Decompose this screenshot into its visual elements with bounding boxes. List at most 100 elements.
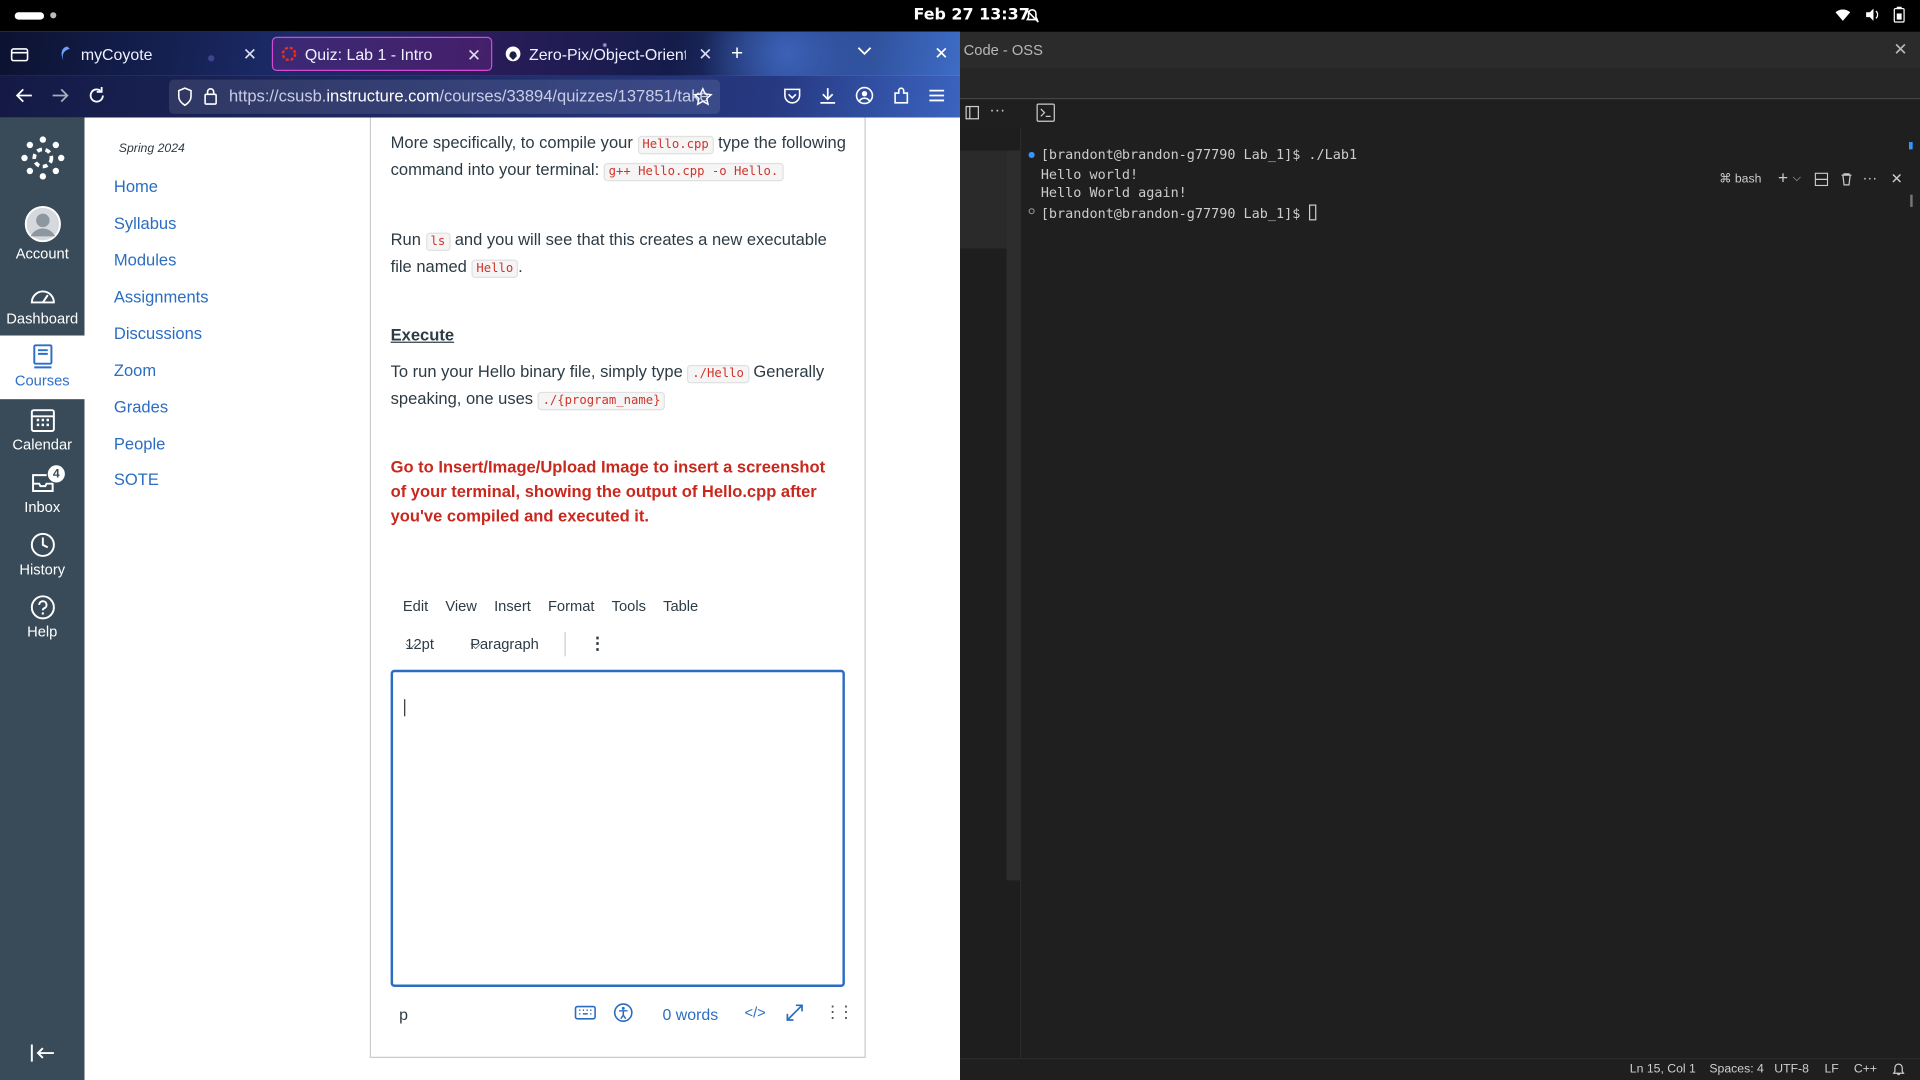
course-nav-home[interactable]: Home [114, 178, 158, 196]
list-tabs-icon[interactable] [857, 47, 872, 57]
forward-icon[interactable] [50, 86, 70, 106]
menu-view[interactable]: View [445, 598, 477, 615]
bookmark-star-icon[interactable] [693, 87, 713, 107]
downloads-icon[interactable] [818, 86, 838, 106]
language-mode[interactable]: C++ [1854, 1063, 1877, 1076]
volume-icon[interactable] [1864, 6, 1881, 23]
activities-indicator[interactable] [14, 12, 45, 20]
word-count[interactable]: 0 words [662, 1005, 718, 1023]
global-nav-calendar[interactable]: Calendar [0, 407, 84, 453]
tab-github[interactable]: Zero-Pix/Object-Oriente ✕ [497, 37, 722, 71]
terminal-line: Hello World again! [1040, 184, 1187, 201]
global-nav-inbox[interactable]: Inbox [0, 469, 84, 516]
lock-icon[interactable] [203, 87, 218, 105]
window-title: Code - OSS [963, 41, 1043, 59]
terminal-view-icon[interactable] [1036, 103, 1056, 123]
close-tab-icon[interactable]: ✕ [698, 44, 712, 65]
cursor-position[interactable]: Ln 15, Col 1 [1630, 1063, 1696, 1076]
course-nav-modules[interactable]: Modules [114, 251, 176, 269]
accessibility-checker-icon[interactable] [613, 1003, 633, 1023]
rich-text-editor[interactable] [390, 669, 845, 987]
resize-handle-icon[interactable]: ⋮⋮ [824, 1002, 855, 1023]
element-path[interactable]: p [399, 1005, 408, 1023]
vscode-statusbar: Ln 15, Col 1 Spaces: 4 UTF-8 LF C++ [960, 1057, 1920, 1080]
close-panel-icon[interactable]: ✕ [1891, 170, 1903, 187]
code-run-hello: ./Hello [687, 364, 749, 384]
fullscreen-icon[interactable] [785, 1003, 805, 1023]
kill-terminal-icon[interactable] [1840, 173, 1852, 186]
compile-instructions: More specifically, to compile your Hello… [391, 131, 850, 185]
tracking-shield-icon[interactable] [176, 87, 193, 107]
split-terminal-icon[interactable] [1814, 172, 1829, 187]
dashboard-icon [0, 283, 84, 307]
command-pending-decoration[interactable] [1028, 208, 1035, 215]
global-nav-dashboard[interactable]: Dashboard [0, 283, 84, 327]
more-tools-icon[interactable]: ⋮ [589, 633, 606, 654]
extensions-icon[interactable] [891, 86, 911, 106]
tab-strip: myCoyote ✕ Quiz: Lab 1 - Intro ✕ Zero-Pi… [0, 31, 961, 76]
back-icon[interactable] [15, 86, 35, 106]
tab-quiz[interactable]: Quiz: Lab 1 - Intro ✕ [271, 36, 493, 72]
notifications-bell-icon[interactable] [1892, 1063, 1905, 1076]
account-icon[interactable] [855, 86, 875, 106]
menu-table[interactable]: Table [663, 598, 698, 615]
canvas-logo[interactable] [0, 135, 84, 182]
menu-tools[interactable]: Tools [612, 598, 646, 615]
global-nav-account[interactable]: Account [0, 206, 84, 262]
terminal-selector[interactable]: ⌘ bash [1719, 173, 1761, 186]
course-nav-assignments[interactable]: Assignments [114, 288, 209, 306]
editor-scrollbar[interactable] [1006, 150, 1021, 881]
quiz-question-content: More specifically, to compile your Hello… [369, 117, 866, 1058]
address-bar[interactable]: https://csusb.instructure.com/courses/33… [168, 79, 721, 114]
terminal-prompt: [brandont@brandon-g77790 Lab_1]$ [1040, 205, 1309, 222]
window-close-icon[interactable]: ✕ [934, 43, 948, 64]
toggle-sidebar-icon[interactable] [965, 105, 980, 120]
close-tab-icon[interactable]: ✕ [467, 45, 481, 66]
course-nav-sote[interactable]: SOTE [114, 470, 159, 488]
tab-mycoyote[interactable]: myCoyote ✕ [49, 37, 267, 71]
html-editor-toggle[interactable]: </> [744, 1004, 765, 1021]
collapse-nav-icon[interactable] [29, 1043, 56, 1063]
menu-format[interactable]: Format [548, 598, 595, 615]
more-actions-icon[interactable]: ··· [989, 100, 1005, 118]
indentation[interactable]: Spaces: 4 [1709, 1063, 1763, 1076]
panel-header: ··· ⌘ bash + ⌵ ··· ✕ [960, 97, 1920, 187]
wifi-icon[interactable] [1834, 6, 1851, 23]
block-format-select[interactable]: Paragraph ⌵ [470, 636, 539, 654]
window-close-icon[interactable]: ✕ [1893, 39, 1907, 60]
font-size-select[interactable]: 12pt ⌵ [405, 636, 434, 654]
panel-more-icon[interactable]: ··· [1862, 169, 1877, 186]
global-nav-history[interactable]: History [0, 531, 84, 578]
global-nav-label: History [19, 560, 66, 578]
close-tab-icon[interactable]: ✕ [243, 44, 257, 65]
global-nav-courses[interactable]: Courses [0, 335, 85, 400]
course-nav-syllabus[interactable]: Syllabus [114, 214, 176, 232]
course-nav-grades[interactable]: Grades [114, 398, 168, 416]
course-nav-zoom[interactable]: Zoom [114, 361, 156, 379]
tab-overview-icon[interactable] [10, 45, 30, 62]
menu-insert[interactable]: Insert [494, 598, 531, 615]
terminal-dropdown-icon[interactable]: ⌵ [1793, 171, 1801, 184]
menu-icon[interactable] [927, 86, 947, 106]
menu-edit[interactable]: Edit [403, 598, 428, 615]
global-nav-help[interactable]: Help [0, 594, 84, 640]
scrollbar-marker [1910, 194, 1913, 207]
new-tab-icon[interactable]: + [731, 42, 743, 66]
workspace-dot[interactable] [50, 12, 57, 19]
code-program-name: ./{program_name} [537, 391, 666, 411]
line-ending[interactable]: LF [1824, 1063, 1838, 1076]
keyboard-shortcuts-icon[interactable] [574, 1004, 596, 1021]
new-terminal-icon[interactable]: + [1778, 168, 1788, 188]
command-success-decoration[interactable] [1028, 151, 1035, 158]
clock[interactable]: Feb 27 13:37 [913, 6, 1029, 24]
course-nav-people[interactable]: People [114, 435, 165, 453]
reload-icon[interactable] [87, 86, 107, 106]
scrollbar-marker [1908, 142, 1913, 150]
github-icon [504, 45, 521, 62]
editor-tab-strip [960, 68, 1920, 98]
pocket-icon[interactable] [782, 86, 802, 106]
encoding[interactable]: UTF-8 [1774, 1063, 1809, 1076]
help-icon [0, 594, 84, 621]
battery-icon[interactable] [1893, 6, 1905, 23]
course-nav-discussions[interactable]: Discussions [114, 324, 202, 342]
